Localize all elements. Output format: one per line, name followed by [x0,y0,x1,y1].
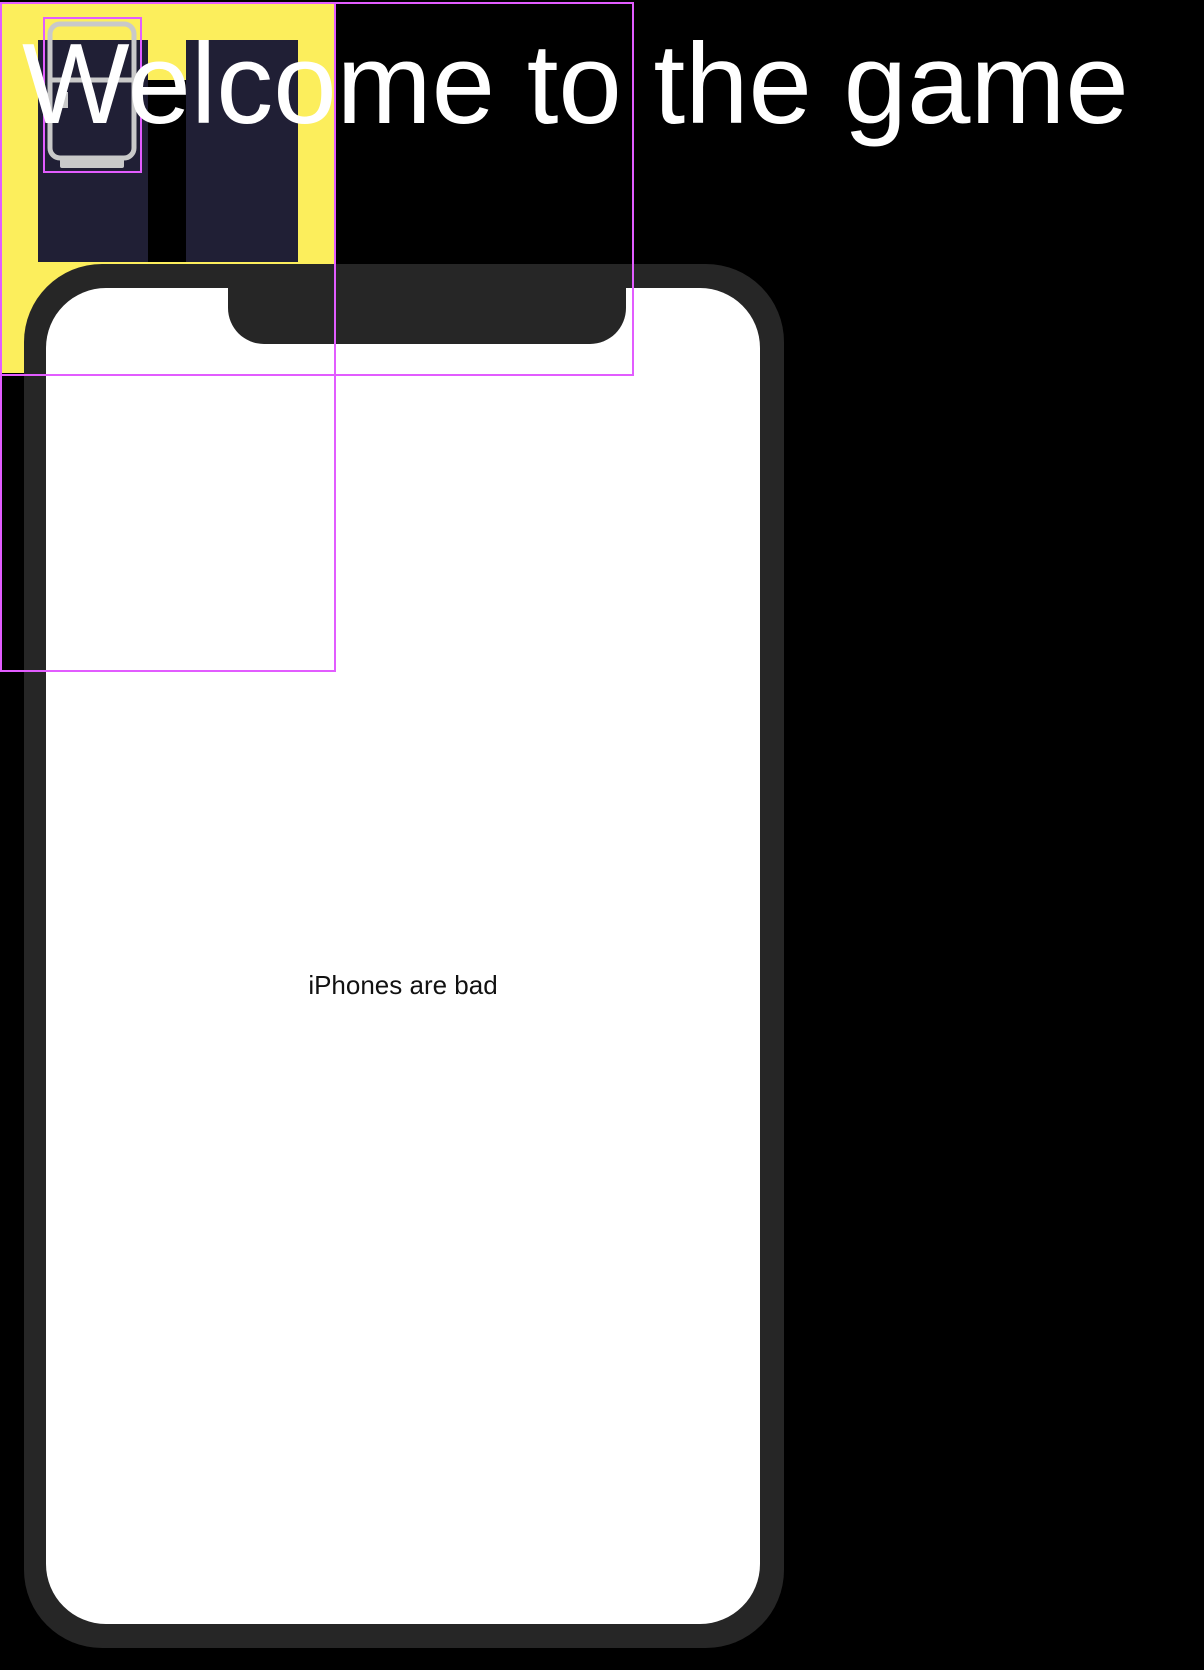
page-title: Welcome to the game [22,21,1129,148]
phone-caption: iPhones are bad [308,970,498,1000]
